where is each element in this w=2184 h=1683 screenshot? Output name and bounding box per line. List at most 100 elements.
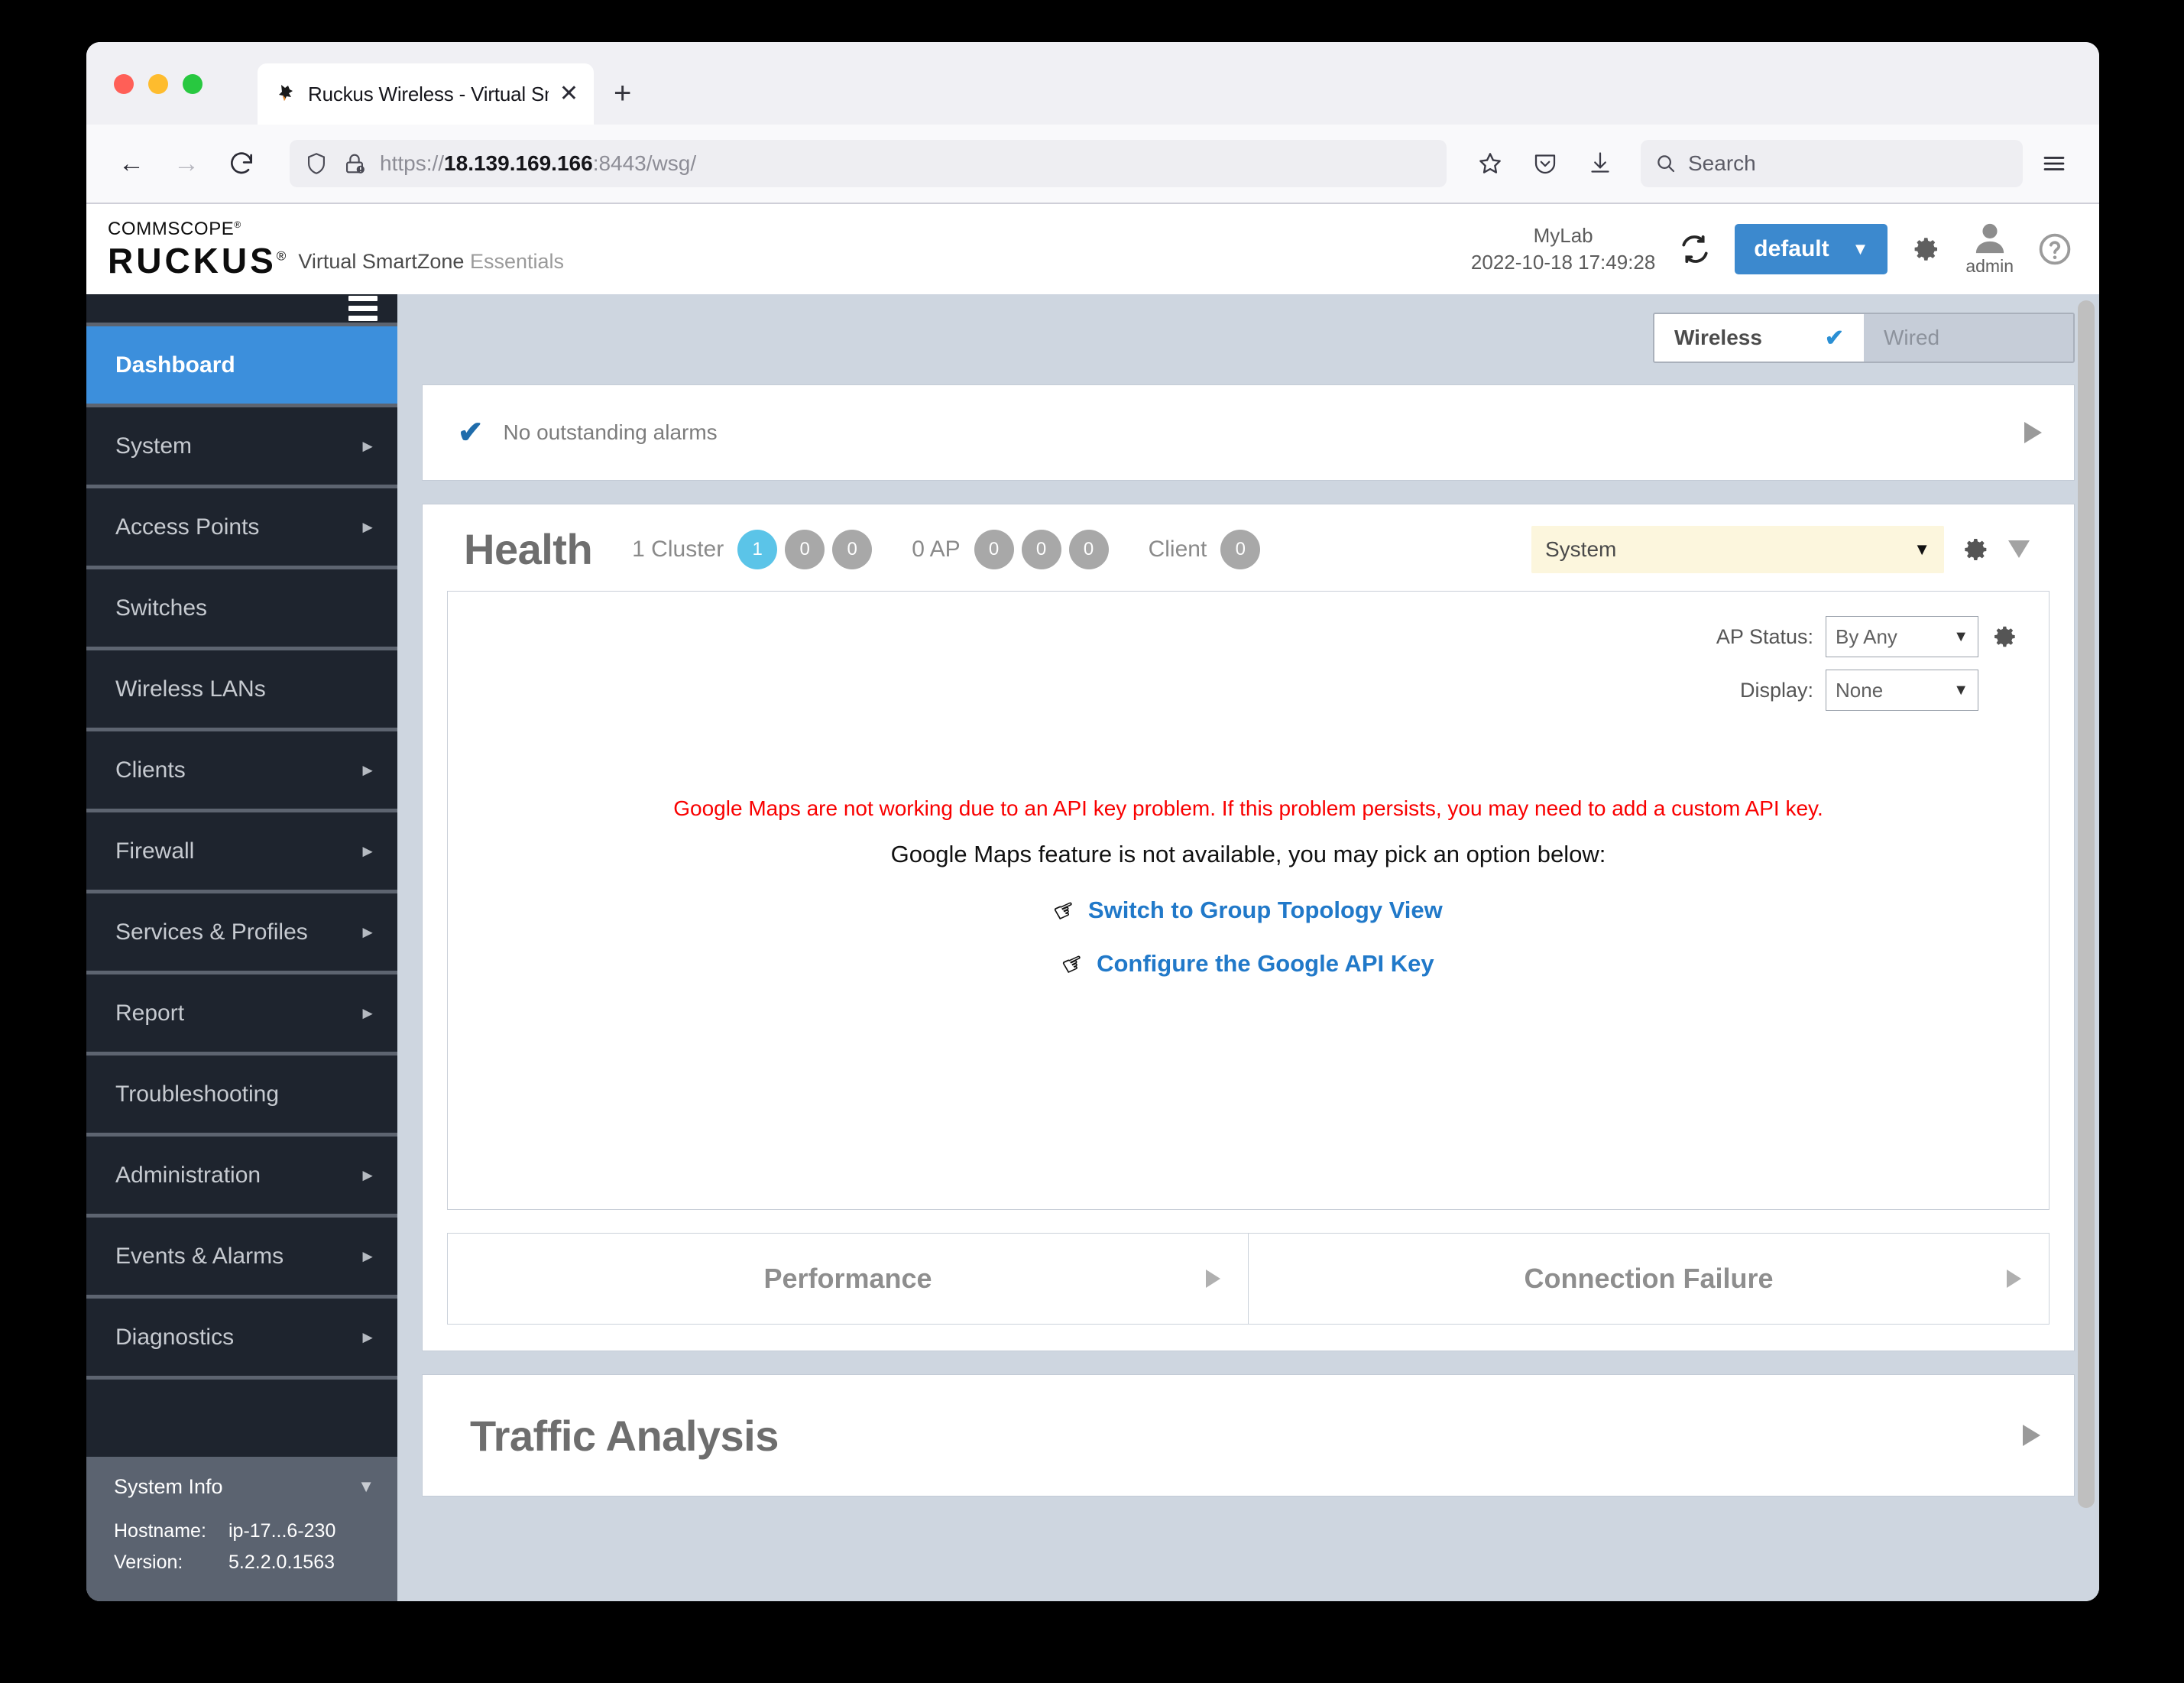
sidebar-item-label: Firewall <box>115 838 195 864</box>
check-icon: ✔ <box>1824 325 1844 351</box>
tab-wireless[interactable]: Wireless ✔ <box>1654 314 1864 362</box>
browser-tab[interactable]: Ruckus Wireless - Virtual SmartZ ✕ <box>258 63 594 125</box>
close-window-button[interactable] <box>114 74 134 94</box>
app-header: COMMSCOPE® RUCKUS® Virtual SmartZone Ess… <box>86 204 2099 294</box>
collapse-health-button[interactable] <box>2008 540 2030 558</box>
system-info-header[interactable]: System Info ▼ <box>114 1475 374 1499</box>
sidebar-item-events-alarms[interactable]: Events & Alarms ► <box>86 1218 397 1299</box>
user-account[interactable]: admin <box>1965 222 2014 277</box>
pocket-save-icon[interactable] <box>1521 140 1569 187</box>
sidebar-item-report[interactable]: Report ► <box>86 974 397 1056</box>
map-container: AP Status: By Any ▼ Display: None ▼ Goog… <box>447 591 2050 1210</box>
page-scrollbar[interactable] <box>2078 300 2095 1595</box>
search-placeholder: Search <box>1688 151 1756 175</box>
map-api-error-text: Google Maps are not working due to an AP… <box>673 796 1823 820</box>
sidebar-item-firewall[interactable]: Firewall ► <box>86 812 397 893</box>
sidebar-item-system[interactable]: System ► <box>86 407 397 488</box>
map-settings-gear-icon[interactable] <box>1991 622 2021 651</box>
bookmark-star-icon[interactable] <box>1466 140 1514 187</box>
ap-status-select[interactable]: By Any ▼ <box>1826 616 1978 657</box>
switch-to-topology-label: Switch to Group Topology View <box>1087 897 1443 923</box>
browser-menu-button[interactable] <box>2030 140 2078 187</box>
refresh-icon[interactable] <box>1678 232 1712 266</box>
expand-connection-failure-button[interactable] <box>2007 1270 2021 1288</box>
traffic-analysis-panel: Traffic Analysis <box>422 1374 2075 1497</box>
configure-api-key-link[interactable]: ☞ Configure the Google API Key <box>448 947 2049 981</box>
chevron-right-icon: ► <box>359 436 376 456</box>
sidebar-item-switches[interactable]: Switches <box>86 569 397 650</box>
sidebar-item-clients[interactable]: Clients ► <box>86 731 397 812</box>
address-bar[interactable]: https://18.139.169.166:8443/wsg/ <box>290 140 1447 187</box>
sidebar-collapse-button[interactable] <box>86 294 397 326</box>
close-tab-button[interactable]: ✕ <box>559 83 582 105</box>
downloads-icon[interactable] <box>1576 140 1624 187</box>
health-settings-gear-icon[interactable] <box>1961 534 1991 565</box>
page-scrollbar-thumb[interactable] <box>2078 300 2095 1508</box>
cluster-stat-group: 1 Cluster 1 0 0 <box>632 529 873 569</box>
domain-selector-button[interactable]: default ▼ <box>1735 224 1888 274</box>
avatar <box>1972 222 2007 255</box>
sidebar-item-administration[interactable]: Administration ► <box>86 1137 397 1218</box>
chevron-right-icon: ► <box>359 922 376 942</box>
new-tab-button[interactable]: + <box>614 76 631 111</box>
version-label: Version: <box>114 1551 183 1573</box>
system-info-version-row: Version: 5.2.2.0.1563 <box>114 1547 374 1578</box>
sidebar-item-label: Access Points <box>115 514 260 540</box>
cluster-info: MyLab 2022-10-18 17:49:28 <box>1471 222 1655 276</box>
pointing-hand-icon: ☞ <box>1058 946 1090 981</box>
tab-wired[interactable]: Wired <box>1864 314 2073 362</box>
address-bar-url: https://18.139.169.166:8443/wsg/ <box>380 151 697 175</box>
tab-wireless-label: Wireless <box>1674 326 1762 349</box>
lock-warning-icon <box>342 151 368 177</box>
mode-tabs: Wireless ✔ Wired <box>422 313 2075 363</box>
display-select[interactable]: None ▼ <box>1826 670 1978 711</box>
settings-gear-icon[interactable] <box>1910 233 1943 265</box>
pointing-hand-icon: ☞ <box>1048 893 1081 928</box>
reload-button[interactable] <box>218 140 265 187</box>
performance-panel[interactable]: Performance <box>447 1233 1249 1325</box>
chevron-right-icon: ► <box>359 1327 376 1347</box>
help-icon[interactable] <box>2037 231 2073 268</box>
system-info-hostname-row: Hostname: ip-17...6-230 <box>114 1516 374 1547</box>
expand-alarm-button[interactable] <box>2024 422 2042 443</box>
chevron-right-icon: ► <box>359 760 376 780</box>
search-input[interactable]: Search <box>1641 140 2023 187</box>
sidebar-item-label: Report <box>115 1000 185 1026</box>
expand-traffic-analysis-button[interactable] <box>2023 1425 2040 1446</box>
page-title: Health <box>464 525 593 573</box>
sidebar-item-access-points[interactable]: Access Points ► <box>86 488 397 569</box>
search-icon <box>1654 152 1677 175</box>
connection-failure-panel[interactable]: Connection Failure <box>1249 1233 2050 1325</box>
browser-tab-title: Ruckus Wireless - Virtual SmartZ <box>308 82 549 105</box>
cluster-stat-label: 1 Cluster <box>632 536 724 562</box>
status-badge: 0 <box>1021 529 1061 569</box>
maximize-window-button[interactable] <box>183 74 203 94</box>
ruckus-wordmark: RUCKUS® <box>108 241 287 280</box>
sidebar-item-troubleshooting[interactable]: Troubleshooting <box>86 1056 397 1137</box>
sidebar-item-diagnostics[interactable]: Diagnostics ► <box>86 1299 397 1380</box>
forward-button[interactable]: → <box>163 140 210 187</box>
chevron-right-icon: ► <box>359 1003 376 1023</box>
expand-performance-button[interactable] <box>1206 1270 1220 1288</box>
sidebar-item-dashboard[interactable]: Dashboard <box>86 326 397 407</box>
check-icon: ✔ <box>458 416 484 449</box>
health-controls: System ▼ <box>1531 525 2030 573</box>
scope-select-value: System <box>1545 537 1617 561</box>
product-name: Virtual SmartZone Essentials <box>298 250 564 273</box>
minimize-window-button[interactable] <box>148 74 168 94</box>
sidebar-item-label: Wireless LANs <box>115 676 266 702</box>
brand-logo: COMMSCOPE® RUCKUS® Virtual SmartZone Ess… <box>108 220 564 280</box>
ap-status-control: AP Status: By Any ▼ <box>1716 616 2021 657</box>
sidebar-item-label: Services & Profiles <box>115 919 308 945</box>
sidebar-item-wireless-lans[interactable]: Wireless LANs <box>86 650 397 731</box>
sidebar-item-services-profiles[interactable]: Services & Profiles ► <box>86 893 397 974</box>
shield-icon <box>303 151 329 177</box>
status-badge: 0 <box>785 529 825 569</box>
display-value: None <box>1836 678 1884 702</box>
hostname-value: ip-17...6-230 <box>228 1519 336 1542</box>
back-button[interactable]: ← <box>108 140 155 187</box>
sidebar-item-label: Administration <box>115 1162 261 1188</box>
switch-to-topology-link[interactable]: ☞ Switch to Group Topology View <box>448 893 2049 928</box>
browser-window: Ruckus Wireless - Virtual SmartZ ✕ + ← → <box>86 42 2099 1601</box>
scope-select[interactable]: System ▼ <box>1531 525 1944 573</box>
